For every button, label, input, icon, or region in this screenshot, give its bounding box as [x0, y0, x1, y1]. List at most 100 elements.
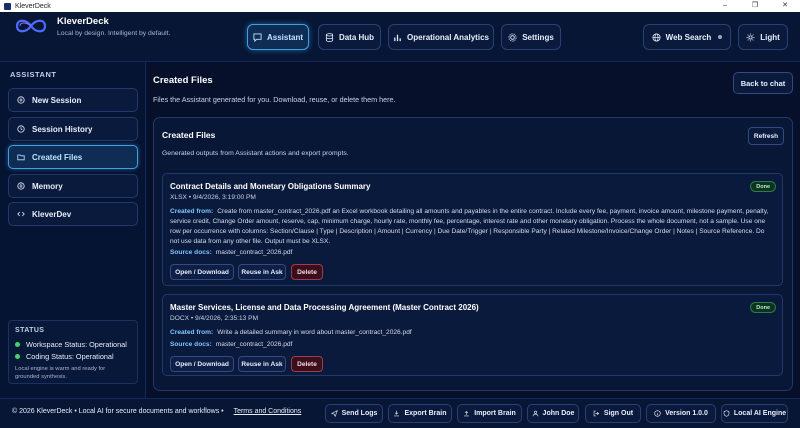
sidebar-item-kleverdev[interactable]: KleverDev	[8, 202, 138, 226]
created-from-text: Create from master_contract_2026.pdf an …	[170, 208, 769, 245]
database-icon	[325, 32, 333, 42]
info-icon	[654, 410, 661, 417]
folder-icon	[17, 154, 25, 161]
back-to-chat-button[interactable]: Back to chat	[733, 72, 793, 94]
file-meta: DOCX • 9/4/2026, 2:35:13 PM	[170, 315, 259, 322]
minimize-button[interactable]: –	[710, 0, 740, 12]
source-docs-text: master_contract_2026.pdf	[215, 249, 293, 256]
file-source-docs: Source docs: master_contract_2026.pdf	[170, 249, 292, 256]
download-icon	[394, 410, 400, 417]
nav-operational-analytics-label: Operational Analytics	[407, 32, 489, 42]
file-title: Contract Details and Monetary Obligation…	[170, 182, 371, 191]
created-from-text: Write a detailed summary in word about m…	[217, 329, 412, 336]
status-title: STATUS	[15, 327, 45, 334]
nav-settings-label: Settings	[522, 32, 554, 42]
file-card: Master Services, License and Data Proces…	[162, 294, 783, 376]
sidebar-item-label: Created Files	[32, 152, 83, 162]
source-docs-label: Source docs:	[170, 249, 212, 256]
send-icon	[330, 410, 338, 417]
sidebar-item-label: Session History	[32, 124, 93, 134]
open-download-button[interactable]: Open / Download	[170, 356, 234, 372]
refresh-button[interactable]: Refresh	[748, 127, 784, 145]
open-download-button[interactable]: Open / Download	[170, 264, 234, 280]
import-brain-label: Import Brain	[474, 410, 516, 417]
sign-out-button[interactable]: Sign Out	[585, 404, 641, 423]
maximize-button[interactable]: ❐	[740, 0, 770, 12]
chat-icon	[253, 32, 262, 42]
user-button[interactable]: John Doe	[527, 404, 579, 423]
export-brain-label: Export Brain	[404, 410, 447, 417]
version-button[interactable]: Version 1.0.0	[646, 404, 716, 423]
nav-data-hub-label: Data Hub	[338, 32, 375, 42]
sign-out-icon	[593, 410, 599, 417]
footer-copyright: © 2026 KleverDeck • Local AI for secure …	[12, 408, 301, 415]
sidebar-item-new-session[interactable]: New Session	[8, 88, 138, 112]
code-icon	[17, 211, 25, 217]
sidebar-item-created-files[interactable]: Created Files	[8, 145, 138, 169]
sidebar-item-label: Memory	[32, 181, 63, 191]
nav-assistant[interactable]: Assistant	[247, 24, 309, 50]
nav-data-hub[interactable]: Data Hub	[318, 24, 381, 50]
window-titlebar: KleverDeck – ❐ ✕	[0, 0, 800, 12]
status-ok-dot	[15, 342, 20, 347]
brand-name: KleverDeck	[57, 16, 109, 27]
created-from-label: Created from:	[170, 208, 214, 215]
close-button[interactable]: ✕	[770, 0, 800, 12]
export-brain-button[interactable]: Export Brain	[388, 404, 452, 423]
local-ai-engine-label: Local AI Engine	[733, 410, 787, 417]
workspace-status: Workspace Status: Operational	[15, 340, 131, 349]
theme-toggle-label: Light	[760, 32, 780, 42]
terms-link[interactable]: Terms and Conditions	[234, 408, 302, 415]
infinity-logo-icon	[15, 19, 47, 33]
web-search-status-dot	[718, 35, 723, 39]
coding-status: Coding Status: Operational	[15, 352, 131, 361]
copyright-text: © 2026 KleverDeck • Local AI for secure …	[12, 408, 224, 415]
delete-button[interactable]: Delete	[291, 264, 323, 280]
bar-chart-icon	[394, 34, 401, 41]
page-title: Created Files	[153, 75, 213, 86]
status-badge: Done	[750, 302, 776, 313]
nav-settings[interactable]: Settings	[501, 24, 561, 50]
app-icon	[4, 2, 11, 10]
nav-operational-analytics[interactable]: Operational Analytics	[388, 24, 494, 50]
status-note: Local engine is warm and ready for groun…	[15, 366, 106, 380]
history-icon	[17, 125, 25, 133]
page-subtitle: Files the Assistant generated for you. D…	[153, 95, 396, 104]
created-from-label: Created from:	[170, 329, 214, 336]
window-title: KleverDeck	[15, 2, 51, 10]
reuse-in-ask-button[interactable]: Reuse in Ask	[238, 356, 286, 372]
file-created-from: Created from: Create from master_contract…	[170, 207, 770, 247]
local-ai-engine-button[interactable]: Local AI Engine	[721, 404, 788, 423]
file-meta: XLSX • 9/4/2026, 3:19:00 PM	[170, 194, 256, 201]
file-source-docs: Source docs: master_contract_2026.pdf	[170, 341, 292, 348]
send-logs-button[interactable]: Send Logs	[325, 404, 383, 423]
theme-toggle[interactable]: Light	[738, 24, 788, 50]
shield-icon	[723, 410, 730, 417]
sidebar-item-label: New Session	[32, 95, 82, 105]
coding-status-text: Coding Status: Operational	[26, 352, 114, 361]
brand-tagline: Local by design. Intelligent by default.	[57, 30, 171, 37]
reuse-in-ask-button[interactable]: Reuse in Ask	[238, 264, 286, 280]
workspace-status-text: Workspace Status: Operational	[26, 340, 127, 349]
web-search-toggle[interactable]: Web Search	[643, 24, 731, 50]
gear-icon	[508, 32, 517, 42]
sidebar-section-label: ASSISTANT	[10, 70, 57, 79]
plus-circle-icon	[17, 96, 25, 104]
window-controls: – ❐ ✕	[710, 0, 800, 12]
sidebar-item-memory[interactable]: Memory	[8, 174, 138, 198]
import-brain-button[interactable]: Import Brain	[457, 404, 522, 423]
panel-subtitle: Generated outputs from Assistant actions…	[162, 150, 349, 157]
upload-icon	[464, 410, 470, 417]
globe-icon	[652, 32, 661, 42]
brand: KleverDeck Local by design. Intelligent …	[57, 16, 170, 37]
source-docs-text: master_contract_2026.pdf	[215, 341, 293, 348]
source-docs-label: Source docs:	[170, 341, 212, 348]
status-ok-dot	[15, 354, 20, 359]
sidebar-item-label: KleverDev	[32, 209, 72, 219]
sign-out-label: Sign Out	[603, 410, 634, 417]
file-created-from: Created from: Write a detailed summary in…	[170, 328, 770, 338]
send-logs-label: Send Logs	[341, 410, 378, 417]
sidebar-item-session-history[interactable]: Session History	[8, 117, 138, 141]
memory-icon	[17, 182, 25, 190]
delete-button[interactable]: Delete	[291, 356, 323, 372]
